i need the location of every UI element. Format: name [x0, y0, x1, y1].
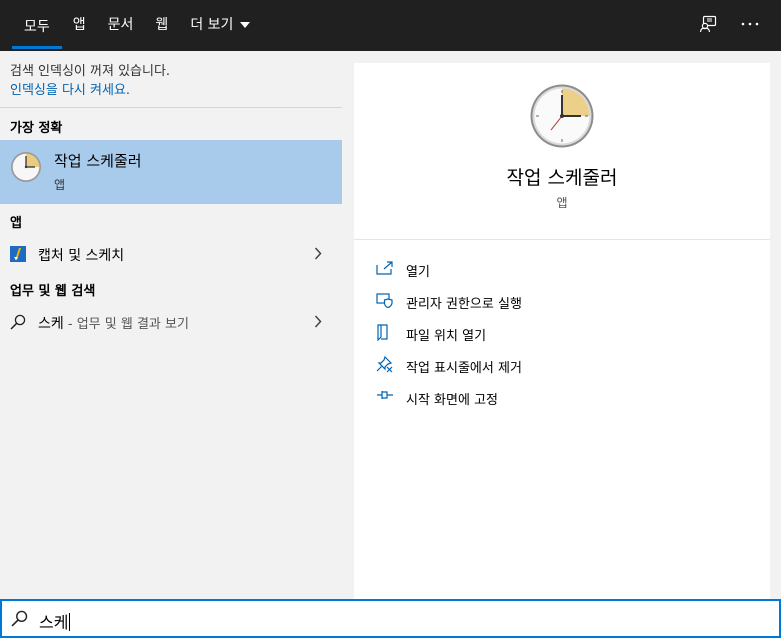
list-item-snip-sketch[interactable]: 캡처 및 스케치: [0, 238, 342, 270]
divider: [0, 107, 342, 108]
tab-label: 더 보기: [190, 16, 234, 33]
action-label: 관리자 권한으로 실행: [406, 297, 522, 312]
divider: [354, 239, 770, 240]
action-label: 열기: [406, 265, 430, 280]
web-search-suffix: - 업무 및 웹 결과 보기: [63, 317, 189, 332]
text-cursor: [69, 613, 71, 631]
chevron-right-icon[interactable]: [314, 315, 322, 328]
action-unpin-taskbar[interactable]: 작업 표시줄에서 제거: [354, 349, 770, 381]
list-item-label: 캡처 및 스케치: [38, 248, 125, 264]
web-search-label: 스케 - 업무 및 웹 결과 보기: [38, 313, 189, 333]
pin-icon: [377, 391, 393, 399]
action-pin-start[interactable]: 시작 화면에 고정: [354, 381, 770, 413]
list-item-web-search[interactable]: 스케 - 업무 및 웹 결과 보기: [0, 306, 342, 338]
tab-more[interactable]: 더 보기: [179, 0, 261, 51]
tab-label: 앱: [72, 16, 86, 33]
search-input[interactable]: 스케: [39, 609, 71, 633]
best-match-heading: 가장 정확: [10, 121, 63, 136]
apps-heading: 앱: [10, 216, 22, 231]
search-icon: [11, 610, 28, 627]
results-pane: 검색 인덱싱이 꺼져 있습니다. 인덱싱을 다시 켜세요. 가장 정확 작업 스…: [0, 51, 342, 599]
action-label: 파일 위치 열기: [406, 329, 487, 344]
best-match-type: 앱: [54, 178, 66, 192]
action-label: 시작 화면에 고정: [406, 393, 498, 408]
action-run-as-admin[interactable]: 관리자 권한으로 실행: [354, 285, 770, 317]
filter-tab-bar: 모두 앱 문서 웹 더 보기: [0, 0, 781, 51]
action-open-file-location[interactable]: 파일 위치 열기: [354, 317, 770, 349]
detail-type: 앱: [556, 196, 568, 210]
search-icon: [10, 314, 26, 330]
indexing-notice: 검색 인덱싱이 꺼져 있습니다. 인덱싱을 다시 켜세요.: [10, 62, 170, 100]
task-scheduler-icon: [530, 84, 594, 148]
open-icon: [376, 261, 393, 275]
web-search-query: 스케: [38, 316, 64, 332]
best-match-name: 작업 스케줄러: [54, 152, 142, 170]
chevron-right-icon[interactable]: [314, 247, 322, 260]
detail-pane: 작업 스케줄러 앱 열기 관리자 권한으로 실행 파일 위치 열기 작업 표시줄…: [354, 63, 770, 599]
shield-icon: [376, 293, 393, 308]
detail-title: 작업 스케줄러: [506, 167, 618, 189]
tab-apps[interactable]: 앱: [62, 0, 97, 51]
file-location-icon: [377, 324, 388, 341]
more-options-icon[interactable]: [729, 0, 771, 51]
detail-hero: 작업 스케줄러 앱: [354, 63, 770, 239]
action-open[interactable]: 열기: [354, 253, 770, 285]
enable-indexing-link[interactable]: 인덱싱을 다시 켜세요.: [10, 81, 170, 100]
search-input-value: 스케: [39, 613, 69, 632]
best-match-item[interactable]: 작업 스케줄러 앱: [0, 140, 342, 204]
unpin-icon: [376, 356, 393, 373]
tab-label: 웹: [155, 16, 169, 33]
tab-documents[interactable]: 문서: [97, 0, 145, 51]
action-label: 작업 표시줄에서 제거: [406, 361, 522, 376]
search-box[interactable]: 스케: [0, 599, 781, 638]
tab-label: 모두: [24, 18, 50, 35]
indexing-message: 검색 인덱싱이 꺼져 있습니다.: [10, 64, 171, 79]
tab-all[interactable]: 모두: [12, 0, 62, 51]
snip-sketch-icon: [10, 246, 26, 262]
feedback-icon[interactable]: [687, 0, 729, 51]
tab-label: 문서: [107, 16, 134, 33]
task-scheduler-icon: [11, 152, 41, 182]
web-search-heading: 업무 및 웹 검색: [10, 284, 96, 299]
chevron-down-icon: [240, 21, 251, 28]
tab-web[interactable]: 웹: [144, 0, 179, 51]
